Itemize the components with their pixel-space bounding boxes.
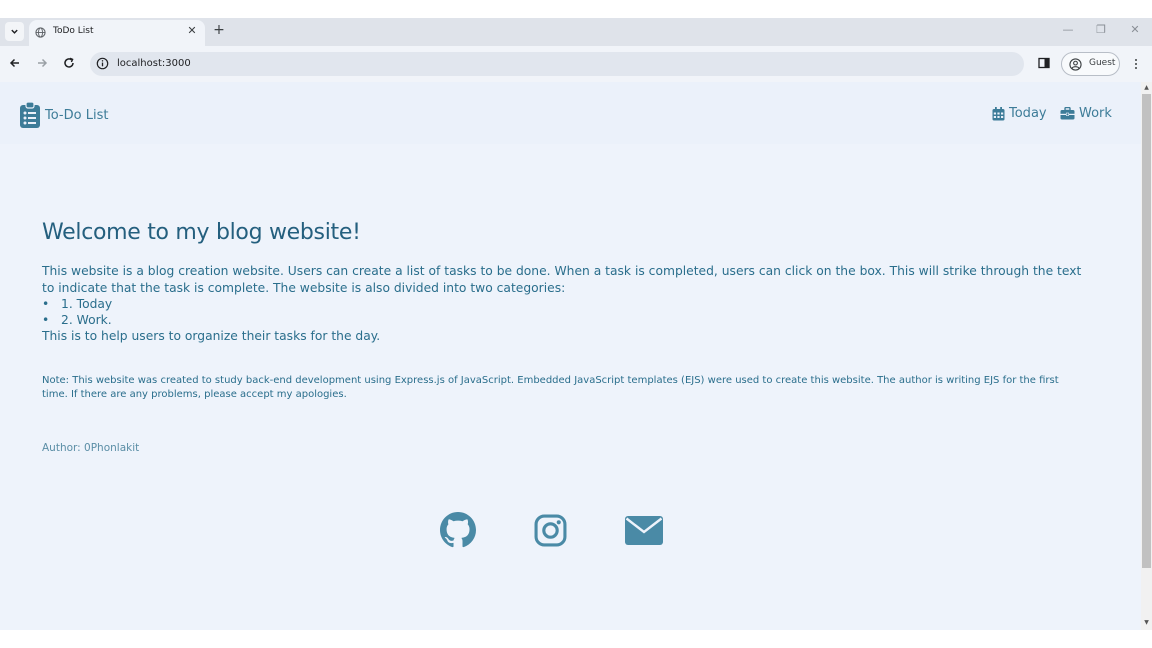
screen-bottom-margin [0,630,1152,648]
scroll-up-arrow-icon[interactable]: ▲ [1143,84,1150,91]
new-tab-button[interactable]: + [211,22,227,38]
mail-icon [625,516,663,545]
browser-tab[interactable]: ToDo List ✕ [29,20,205,46]
scroll-down-arrow-icon[interactable]: ▼ [1143,619,1150,626]
brand-link[interactable]: To-Do List [19,101,108,129]
clipboard-list-icon [20,101,40,128]
social-links [440,512,670,552]
instagram-icon [534,514,567,547]
tab-title: ToDo List [53,26,94,36]
author-credit: Author: 0Phonlakit [42,442,140,454]
intro-paragraph: This website is a blog creation website.… [42,264,1082,295]
scroll-thumb[interactable] [1142,94,1151,568]
note-paragraph: Note: This website was created to study … [42,375,1059,400]
tab-search-button[interactable] [5,22,24,41]
email-link[interactable] [625,516,663,549]
brand-title: To-Do List [45,107,109,123]
browser-toolbar: localhost:3000 Guest [0,46,1152,82]
browser-tab-bar: ToDo List ✕ + — ❐ ✕ [0,18,1152,46]
main-content: Welcome to my blog website! This website… [42,220,1092,454]
restore-button[interactable]: ❐ [1094,23,1108,36]
arrow-left-icon [9,58,19,68]
github-link[interactable] [440,512,476,552]
category-list: 1. Today 2. Work. [42,296,1092,328]
page-viewport: To-Do List Today Work Welcome to my blog… [0,82,1141,630]
person-icon [1069,58,1082,71]
reload-icon [64,57,74,68]
chevron-down-icon [11,29,18,34]
minimize-button[interactable]: — [1061,23,1075,36]
outro-paragraph: This is to help users to organize their … [42,329,381,343]
list-item: 2. Work. [42,312,1092,328]
github-icon [440,512,476,548]
nav-link-label: Today [1009,106,1047,121]
screen-top-margin [0,0,1152,18]
info-icon[interactable] [96,57,109,70]
url-text[interactable]: localhost:3000 [117,58,191,69]
site-navbar: To-Do List Today Work [0,82,1141,144]
globe-icon [35,27,46,38]
arrow-right-icon [38,58,48,68]
side-panel-icon[interactable] [1038,57,1050,69]
nav-link-label: Work [1079,106,1112,121]
back-button[interactable] [7,55,23,71]
close-window-button[interactable]: ✕ [1128,23,1142,36]
nav-link-today[interactable]: Today [992,106,1047,121]
list-item: 1. Today [42,296,1092,312]
profile-button[interactable]: Guest [1061,52,1120,76]
page-title: Welcome to my blog website! [42,220,361,245]
vertical-scrollbar[interactable]: ▲ ▼ [1141,82,1152,630]
tab-close-button[interactable]: ✕ [185,24,199,37]
profile-label: Guest [1089,58,1116,68]
briefcase-icon [1060,107,1075,120]
address-bar[interactable]: localhost:3000 [90,52,1024,76]
forward-button[interactable] [34,55,50,71]
calendar-icon [992,106,1005,120]
nav-link-work[interactable]: Work [1060,106,1112,121]
browser-menu-button[interactable] [1131,55,1141,73]
instagram-link[interactable] [534,514,567,551]
reload-button[interactable] [61,55,77,71]
